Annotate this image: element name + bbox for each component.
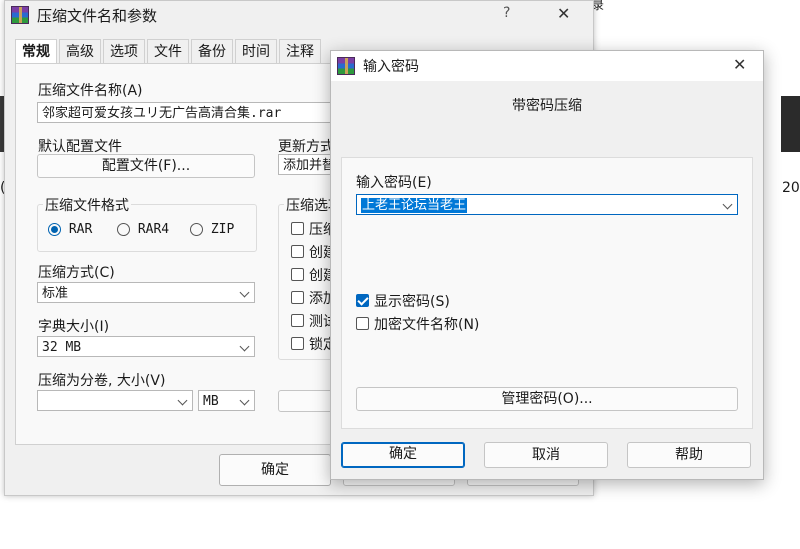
window-title: 压缩文件名和参数 — [37, 6, 158, 25]
chevron-down-icon — [177, 395, 188, 406]
format-radio-rar4[interactable]: RAR4 — [117, 222, 169, 237]
dialog-titlebar: 输入密码 ✕ — [331, 51, 763, 81]
dict-select[interactable]: 32 MB — [37, 336, 255, 357]
format-zip-label: ZIP — [210, 222, 235, 237]
help-icon[interactable]: ? — [503, 5, 510, 21]
split-unit-value: MB — [203, 394, 219, 409]
encrypt-names-checkbox[interactable] — [356, 317, 369, 330]
window-titlebar: 压缩文件名和参数 ? ✕ — [5, 1, 593, 29]
cancel-button[interactable]: 取消 — [484, 442, 608, 468]
ok-button[interactable]: 确定 — [219, 454, 331, 486]
method-label: 压缩方式(C) — [38, 265, 115, 281]
chevron-down-icon — [239, 341, 250, 352]
tab-files[interactable]: 文件 — [147, 39, 189, 64]
chevron-down-icon — [722, 199, 733, 210]
option-checkbox-4[interactable] — [291, 291, 304, 304]
profile-button[interactable]: 配置文件(F)... — [37, 154, 255, 178]
desktop-text-right: 20 — [782, 180, 800, 196]
show-password-label: 显示密码(S) — [374, 294, 450, 310]
split-size-input[interactable] — [37, 390, 193, 411]
password-dialog: 输入密码 ✕ 带密码压缩 输入密码(E) 上老王论坛当老王 显示密码(S) 加密… — [330, 50, 764, 480]
option-checkbox-5[interactable] — [291, 314, 304, 327]
radio-empty-icon — [190, 223, 203, 236]
format-rar-label: RAR — [68, 222, 93, 237]
tab-backup[interactable]: 备份 — [191, 39, 233, 64]
ok-button[interactable]: 确定 — [341, 442, 465, 468]
close-icon[interactable]: ✕ — [733, 55, 746, 74]
format-radio-zip[interactable]: ZIP — [190, 222, 234, 237]
winrar-icon — [337, 57, 355, 75]
option-checkbox-2[interactable] — [291, 245, 304, 258]
tab-bar: 常规 高级 选项 文件 备份 时间 注释 — [15, 39, 323, 64]
password-value: 上老王论坛当老王 — [361, 198, 468, 213]
show-password-checkbox[interactable] — [356, 294, 369, 307]
desktop-thumbnail-right[interactable] — [781, 96, 800, 152]
archive-name-input[interactable]: 邻家超可爱女孩ユリ无广告高清合集.rar — [37, 102, 357, 123]
archive-name-label: 压缩文件名称(A) — [38, 83, 143, 99]
method-value: 标准 — [42, 286, 69, 301]
format-radio-rar[interactable]: RAR — [48, 222, 92, 237]
help-button[interactable]: 帮助 — [627, 442, 751, 468]
dialog-header: 带密码压缩 — [512, 98, 582, 114]
password-input[interactable]: 上老王论坛当老王 — [356, 194, 738, 215]
method-select[interactable]: 标准 — [37, 282, 255, 303]
manage-passwords-button[interactable]: 管理密码(O)... — [356, 387, 738, 411]
option-checkbox-3[interactable] — [291, 268, 304, 281]
password-label: 输入密码(E) — [356, 175, 432, 191]
dict-label: 字典大小(I) — [38, 319, 110, 335]
dialog-title: 输入密码 — [363, 59, 419, 75]
split-unit-select[interactable]: MB — [198, 390, 255, 411]
tab-options[interactable]: 选项 — [103, 39, 145, 64]
chevron-down-icon — [239, 395, 250, 406]
option-checkbox-1[interactable] — [291, 222, 304, 235]
tab-general[interactable]: 常规 — [15, 39, 57, 64]
format-rar4-label: RAR4 — [137, 222, 170, 237]
default-profile-label: 默认配置文件 — [38, 139, 122, 155]
option-checkbox-6[interactable] — [291, 337, 304, 350]
check-icon — [357, 294, 369, 306]
password-panel: 输入密码(E) 上老王论坛当老王 显示密码(S) 加密文件名称(N) 管理密码(… — [341, 157, 753, 429]
split-label: 压缩为分卷, 大小(V) — [38, 373, 166, 389]
tab-advanced[interactable]: 高级 — [59, 39, 101, 64]
winrar-icon — [11, 6, 29, 24]
tab-time[interactable]: 时间 — [235, 39, 277, 64]
dict-value: 32 MB — [42, 340, 82, 355]
encrypt-names-label: 加密文件名称(N) — [374, 317, 480, 333]
tab-comment[interactable]: 注释 — [279, 39, 321, 64]
close-icon[interactable]: ✕ — [557, 4, 570, 23]
chevron-down-icon — [239, 287, 250, 298]
radio-empty-icon — [117, 223, 130, 236]
format-group-label: 压缩文件格式 — [43, 195, 131, 215]
update-mode-label: 更新方式 — [278, 139, 334, 155]
radio-selected-icon — [48, 223, 61, 236]
